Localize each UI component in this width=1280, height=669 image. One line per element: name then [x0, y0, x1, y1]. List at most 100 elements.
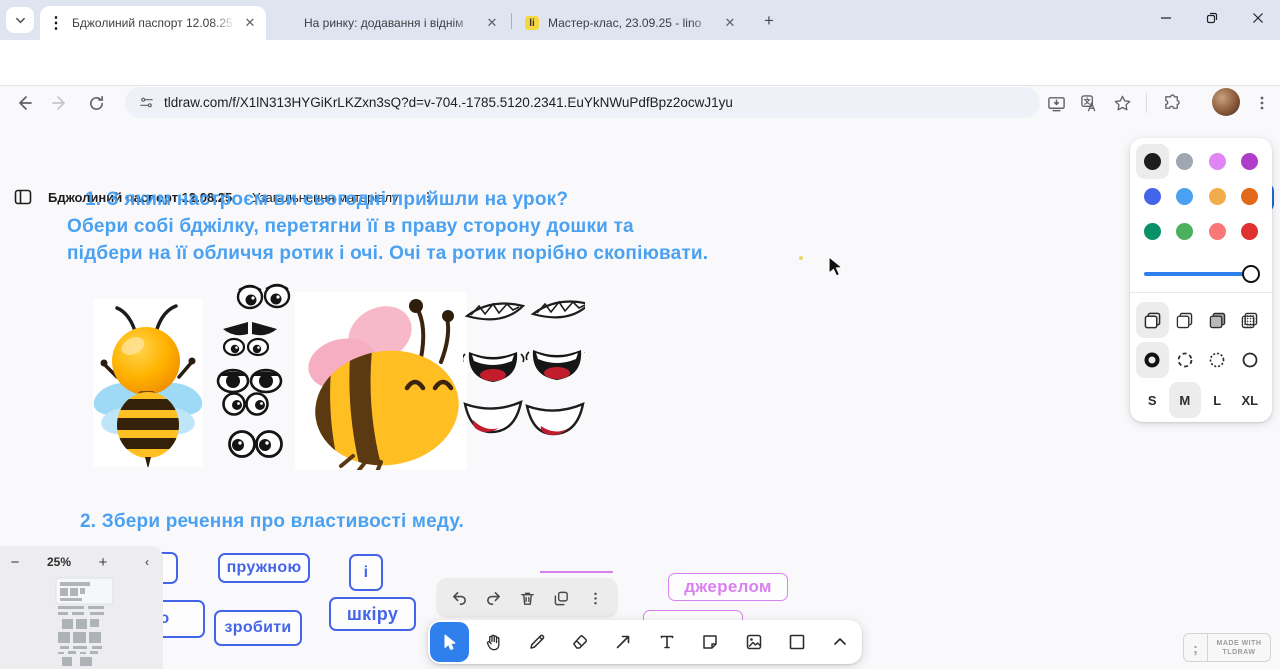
color-light-green[interactable] [1169, 214, 1202, 249]
fill-none-icon [1144, 312, 1161, 329]
tab-lino[interactable]: li Мастер-клас, 23.09.25 - lino ✕ [516, 6, 746, 40]
fill-none-button[interactable] [1136, 302, 1169, 338]
color-red[interactable] [1234, 214, 1267, 249]
task1-text-line1[interactable]: 1. З яким настроєм ви сьогодні прийшли н… [85, 189, 568, 211]
fill-semi-button[interactable] [1169, 302, 1202, 338]
window-close-button[interactable] [1236, 0, 1280, 36]
navigation-panel: − 25% + ‹ [0, 546, 163, 669]
zoom-level[interactable]: 25% [30, 555, 88, 569]
dash-solid-icon [1241, 351, 1259, 369]
quick-actions-bar [436, 578, 618, 618]
color-yellow[interactable] [1201, 179, 1234, 214]
color-orange[interactable] [1234, 179, 1267, 214]
color-light-blue[interactable] [1169, 179, 1202, 214]
tab-close-icon[interactable]: ✕ [242, 15, 258, 31]
dash-solid-button[interactable] [1234, 342, 1267, 378]
size-label: L [1213, 393, 1221, 408]
task1-text-line2[interactable]: Обери собі бджілку, перетягни її в праву… [67, 216, 634, 238]
dash-options [1136, 342, 1266, 378]
swatch [1209, 153, 1226, 170]
select-tool[interactable] [430, 622, 469, 662]
eyes-angry [223, 322, 277, 335]
sidebar-toggle-button[interactable] [14, 188, 32, 211]
zoom-controls: − 25% + ‹ [0, 550, 163, 574]
rectangle-icon [788, 633, 806, 651]
window-restore-button[interactable] [1190, 0, 1234, 36]
task1-text-line3[interactable]: підбери на її обличчя ротик і очі. Очі т… [67, 243, 708, 265]
eraser-tool[interactable] [560, 622, 599, 662]
delete-button[interactable] [513, 584, 541, 612]
tab-bee-passport[interactable]: ⋮ Бджолиний паспорт 12.08.25 ✕ [40, 6, 266, 40]
size-xl-button[interactable]: XL [1234, 382, 1267, 418]
zoom-in-button[interactable]: + [88, 554, 118, 571]
size-s-button[interactable]: S [1136, 382, 1169, 418]
dash-draw-button[interactable] [1136, 342, 1169, 378]
size-options: S M L XL [1136, 382, 1266, 418]
rectangle-tool[interactable] [777, 622, 816, 662]
swatch [1176, 223, 1193, 240]
text-tool[interactable] [647, 622, 686, 662]
dash-dashed-button[interactable] [1169, 342, 1202, 378]
lino-favicon-icon: li [524, 15, 540, 31]
word-box[interactable]: шкіру [329, 597, 416, 631]
dash-dotted-icon [1208, 351, 1226, 369]
size-m-button[interactable]: M [1169, 382, 1202, 418]
zoom-out-button[interactable]: − [0, 554, 30, 571]
mouths-stickers[interactable] [463, 298, 585, 436]
color-light-violet[interactable] [1201, 144, 1234, 179]
word-box[interactable]: пружною [218, 553, 310, 583]
color-swatches [1136, 144, 1266, 249]
fill-pattern-button[interactable] [1234, 302, 1267, 338]
eyes-side-glance [230, 432, 282, 457]
task2-text[interactable]: 2. Збери речення про властивості меду. [80, 511, 464, 533]
tab-divider [511, 13, 512, 29]
more-tools-button[interactable] [821, 622, 860, 662]
eyes-stickers[interactable] [205, 281, 291, 463]
window-minimize-button[interactable] [1144, 0, 1188, 36]
text-icon [658, 633, 676, 651]
collapse-minimap-button[interactable]: ‹ [132, 555, 162, 569]
color-green[interactable] [1136, 214, 1169, 249]
fill-solid-icon [1209, 312, 1226, 329]
tldraw-watermark[interactable]: ; MADE WITH TLDRAW [1183, 633, 1271, 662]
undo-button[interactable] [445, 584, 473, 612]
color-blue[interactable] [1136, 179, 1169, 214]
tab-close-icon[interactable]: ✕ [722, 15, 738, 31]
draw-tool[interactable] [517, 622, 556, 662]
color-light-red[interactable] [1201, 214, 1234, 249]
tab-market[interactable]: На ринку: додавання і віднім ✕ [272, 6, 508, 40]
asset-tool[interactable] [734, 622, 773, 662]
arrow-tool[interactable] [604, 622, 643, 662]
chevron-up-icon [832, 634, 848, 650]
actions-menu-button[interactable] [581, 584, 609, 612]
bee-image-2[interactable] [295, 292, 467, 470]
kebab-icon [588, 591, 603, 606]
color-grey[interactable] [1169, 144, 1202, 179]
mouth-smile-2 [527, 404, 583, 435]
word-box-magenta[interactable]: джерелом [668, 573, 788, 601]
swatch [1144, 153, 1161, 170]
fill-solid-button[interactable] [1201, 302, 1234, 338]
tab-close-icon[interactable]: ✕ [484, 15, 500, 31]
mouth-grin-2 [533, 302, 585, 318]
tldraw-logo-icon: ; [1184, 634, 1208, 661]
redo-button[interactable] [479, 584, 507, 612]
bee-image-1[interactable] [93, 299, 203, 467]
word-box[interactable]: і [349, 554, 383, 591]
eraser-icon [571, 633, 589, 651]
duplicate-button[interactable] [547, 584, 575, 612]
color-black[interactable] [1136, 144, 1169, 179]
colorful-grid-favicon-icon [280, 15, 296, 31]
color-violet[interactable] [1234, 144, 1267, 179]
eyes-cute [238, 285, 289, 308]
word-box[interactable]: зробити [214, 610, 302, 646]
note-tool[interactable] [690, 622, 729, 662]
dash-dotted-button[interactable] [1201, 342, 1234, 378]
tab-search-button[interactable] [6, 7, 34, 33]
hand-tool[interactable] [473, 622, 512, 662]
size-l-button[interactable]: L [1201, 382, 1234, 418]
opacity-slider[interactable] [1144, 265, 1258, 283]
minimap[interactable] [0, 574, 163, 669]
new-tab-button[interactable]: + [758, 10, 780, 32]
slider-thumb[interactable] [1242, 265, 1260, 283]
